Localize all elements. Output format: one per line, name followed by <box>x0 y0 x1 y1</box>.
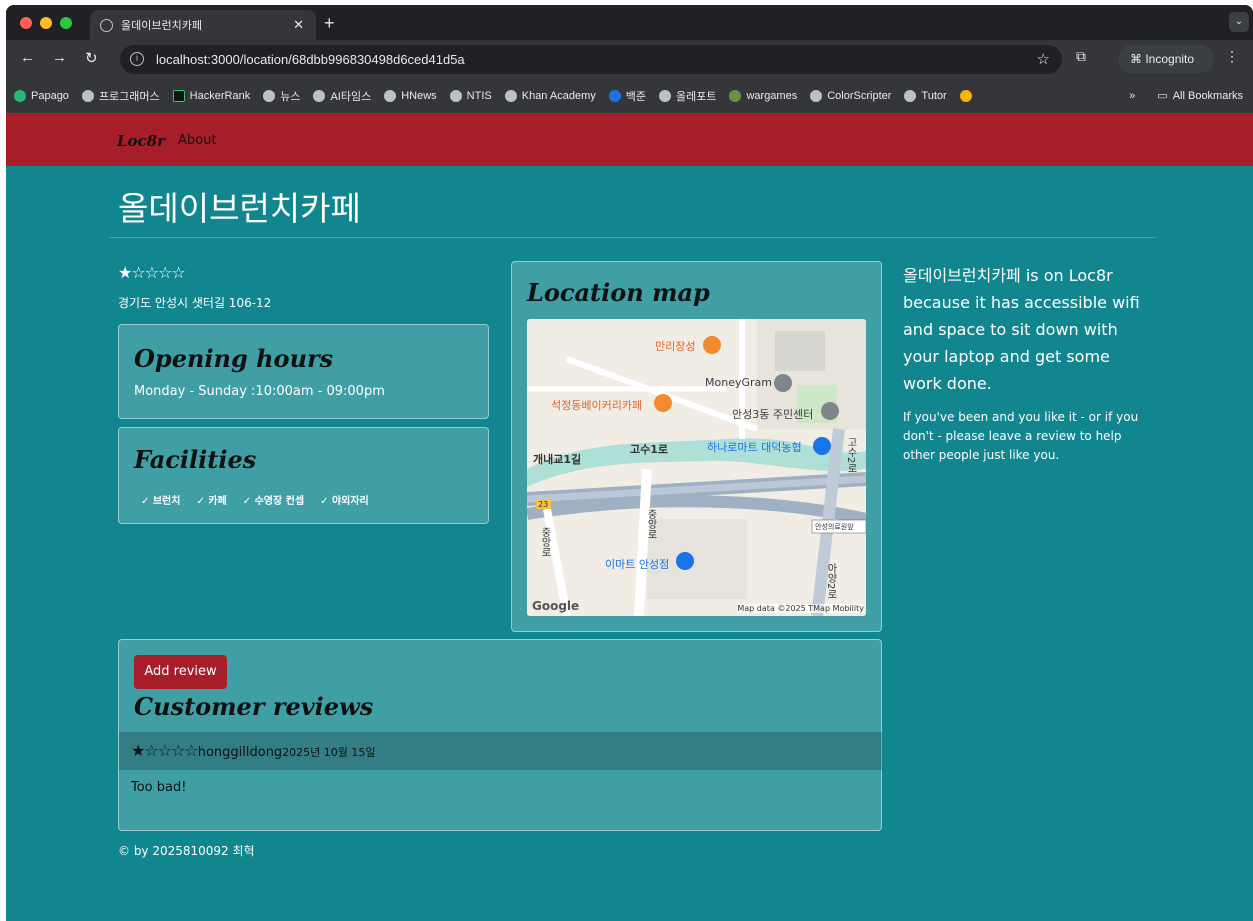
customer-reviews-card: Add review Customer reviews ★☆☆☆☆honggil… <box>118 639 882 831</box>
site-info-icon[interactable]: i <box>130 52 144 66</box>
review-date: 2025년 10월 15일 <box>282 746 376 759</box>
map-label-place: 안성3동 주민센터 <box>732 408 814 421</box>
facilities-card: Facilities ✓ 브런치 ✓ 카페 ✓ 수영장 컨셉 ✓ 야외자리 <box>118 427 489 524</box>
close-tab-icon[interactable]: ✕ <box>293 17 304 33</box>
facility-badge: ✓ 카페 <box>196 496 227 507</box>
opening-hours-text: Monday - Sunday :10:00am - 09:00pm <box>134 384 385 399</box>
bookmark-item[interactable]: wargames <box>729 89 797 102</box>
customer-reviews-title: Customer reviews <box>134 692 374 721</box>
review-header: ★☆☆☆☆honggilldong2025년 10월 15일 <box>119 732 882 770</box>
facility-badge: ✓ 수영장 컨셉 <box>242 496 305 507</box>
opening-hours-title: Opening hours <box>134 344 334 373</box>
extensions-icon[interactable]: ⧉ <box>1076 48 1086 65</box>
browser-window: 올데이브런치카페 ✕ + ⌄ ← → ↻ i localhost:3000/lo… <box>6 5 1253 921</box>
bookmark-item[interactable]: ColorScripter <box>810 89 891 102</box>
map-label-place: 석정동베이커리카페 <box>551 399 643 412</box>
opening-hours-card: Opening hours Monday - Sunday :10:00am -… <box>118 324 489 419</box>
map-graphic <box>527 319 866 616</box>
location-map[interactable]: 만리장성 MoneyGram 석정동베이커리카페 안성3동 주민센터 개내교1길… <box>527 319 866 616</box>
page-content: Loc8r About 올데이브런치카페 ★☆☆☆☆ 경기도 안성시 샛터길 1… <box>6 114 1253 921</box>
back-icon[interactable]: ← <box>20 49 35 66</box>
reload-icon[interactable]: ↻ <box>85 49 98 67</box>
location-map-card: Location map 만리장성 MoneyGram 석정동베이커리카페 안성… <box>511 261 882 632</box>
map-label-road: 고수1로 <box>630 443 669 456</box>
review-invitation: If you've been and you like it - or if y… <box>903 410 1139 462</box>
menu-icon[interactable]: ⋮ <box>1225 48 1239 65</box>
bookmark-item[interactable]: HNews <box>384 89 437 102</box>
page-title: 올데이브런치카페 <box>118 189 361 228</box>
rating-stars: ★☆☆☆☆ <box>118 263 186 282</box>
map-label-road: 아양2로 <box>825 563 836 600</box>
address: 경기도 안성시 샛터길 106-12 <box>118 296 272 310</box>
incognito-label: Incognito <box>1145 52 1195 66</box>
bookmark-item[interactable]: 올레포트 <box>658 88 716 104</box>
add-review-button[interactable]: Add review <box>134 655 227 689</box>
map-label-road: 중앙로 <box>539 527 550 557</box>
bookmark-star-icon[interactable]: ☆ <box>1037 45 1050 74</box>
bookmark-item[interactable]: 백준 <box>608 88 646 104</box>
map-label-road: 중앙로 <box>645 509 656 539</box>
bookmark-item[interactable]: NTIS <box>449 89 492 102</box>
facility-badge: ✓ 야외자리 <box>320 496 369 507</box>
about-link[interactable]: About <box>178 133 216 148</box>
review-text: Too bad! <box>131 780 187 795</box>
globe-icon <box>100 18 113 32</box>
incognito-indicator[interactable]: ⌘ Incognito <box>1118 45 1214 73</box>
app-navbar: Loc8r About <box>6 114 1253 166</box>
bookmarks-bar: Papago 프로그래머스 HackerRank 뉴스 AI타임스 HNews … <box>6 78 1253 114</box>
review-stars: ★☆☆☆☆ <box>131 741 199 760</box>
map-label-place: 만리장성 <box>655 340 696 353</box>
browser-toolbar: ← → ↻ i localhost:3000/location/68dbb996… <box>6 40 1253 78</box>
facility-badge: ✓ 브런치 <box>141 496 181 507</box>
review-author: honggilldong <box>197 745 283 760</box>
tab-search-icon[interactable]: ⌄ <box>1229 12 1249 32</box>
address-bar[interactable]: i localhost:3000/location/68dbb996830498… <box>120 45 1062 74</box>
map-label-road: 고수2로 <box>845 437 856 474</box>
facilities-title: Facilities <box>134 445 257 474</box>
bookmark-item[interactable]: HackerRank <box>172 89 250 102</box>
location-description: 올데이브런치카페 is on Loc8r because it has acce… <box>903 266 1140 393</box>
tab-title: 올데이브런치카페 <box>121 20 202 32</box>
map-label-place: 하나로마트 대덕농협 <box>707 441 802 454</box>
map-label-bus: 안성의료원앞 <box>815 523 854 531</box>
bookmark-item[interactable] <box>959 89 977 102</box>
map-attribution[interactable]: Map data ©2025 TMap Mobility <box>737 604 864 613</box>
incognito-icon: ⌘ <box>1130 52 1142 66</box>
folder-icon: ▭ <box>1157 90 1168 102</box>
tab-active[interactable]: 올데이브런치카페 ✕ <box>90 10 316 40</box>
all-bookmarks-link[interactable]: All Bookmarks <box>1173 90 1243 102</box>
bookmark-item[interactable]: 프로그래머스 <box>81 88 160 104</box>
new-tab-icon[interactable]: + <box>324 13 335 34</box>
bookmark-item[interactable]: Tutor <box>904 89 947 102</box>
google-logo: Google <box>532 599 580 613</box>
bookmark-item[interactable]: 뉴스 <box>263 88 300 104</box>
footer: © by 2025810092 최혁 <box>118 844 255 858</box>
map-label-place: MoneyGram <box>705 376 772 389</box>
map-label-route: 23 <box>538 500 549 509</box>
location-map-title: Location map <box>527 278 710 307</box>
title-divider <box>109 237 1156 238</box>
brand-logo[interactable]: Loc8r <box>117 132 165 150</box>
forward-icon[interactable]: → <box>52 49 67 66</box>
more-bookmarks-icon[interactable]: » <box>1129 90 1135 102</box>
url-text: localhost:3000/location/68dbb996830498d6… <box>156 52 465 67</box>
map-label-place: 이마트 안성점 <box>605 558 670 571</box>
bookmark-item[interactable]: Khan Academy <box>504 89 596 102</box>
maximize-window-icon[interactable] <box>60 17 72 29</box>
tab-strip: 올데이브런치카페 ✕ + ⌄ <box>6 5 1253 40</box>
map-label-road: 개내교1길 <box>533 453 582 466</box>
facilities-list: ✓ 브런치 ✓ 카페 ✓ 수영장 컨셉 ✓ 야외자리 <box>141 492 385 507</box>
bookmark-item[interactable]: Papago <box>14 89 69 102</box>
bookmark-item[interactable]: AI타임스 <box>313 88 371 104</box>
close-window-icon[interactable] <box>20 17 32 29</box>
minimize-window-icon[interactable] <box>40 17 52 29</box>
